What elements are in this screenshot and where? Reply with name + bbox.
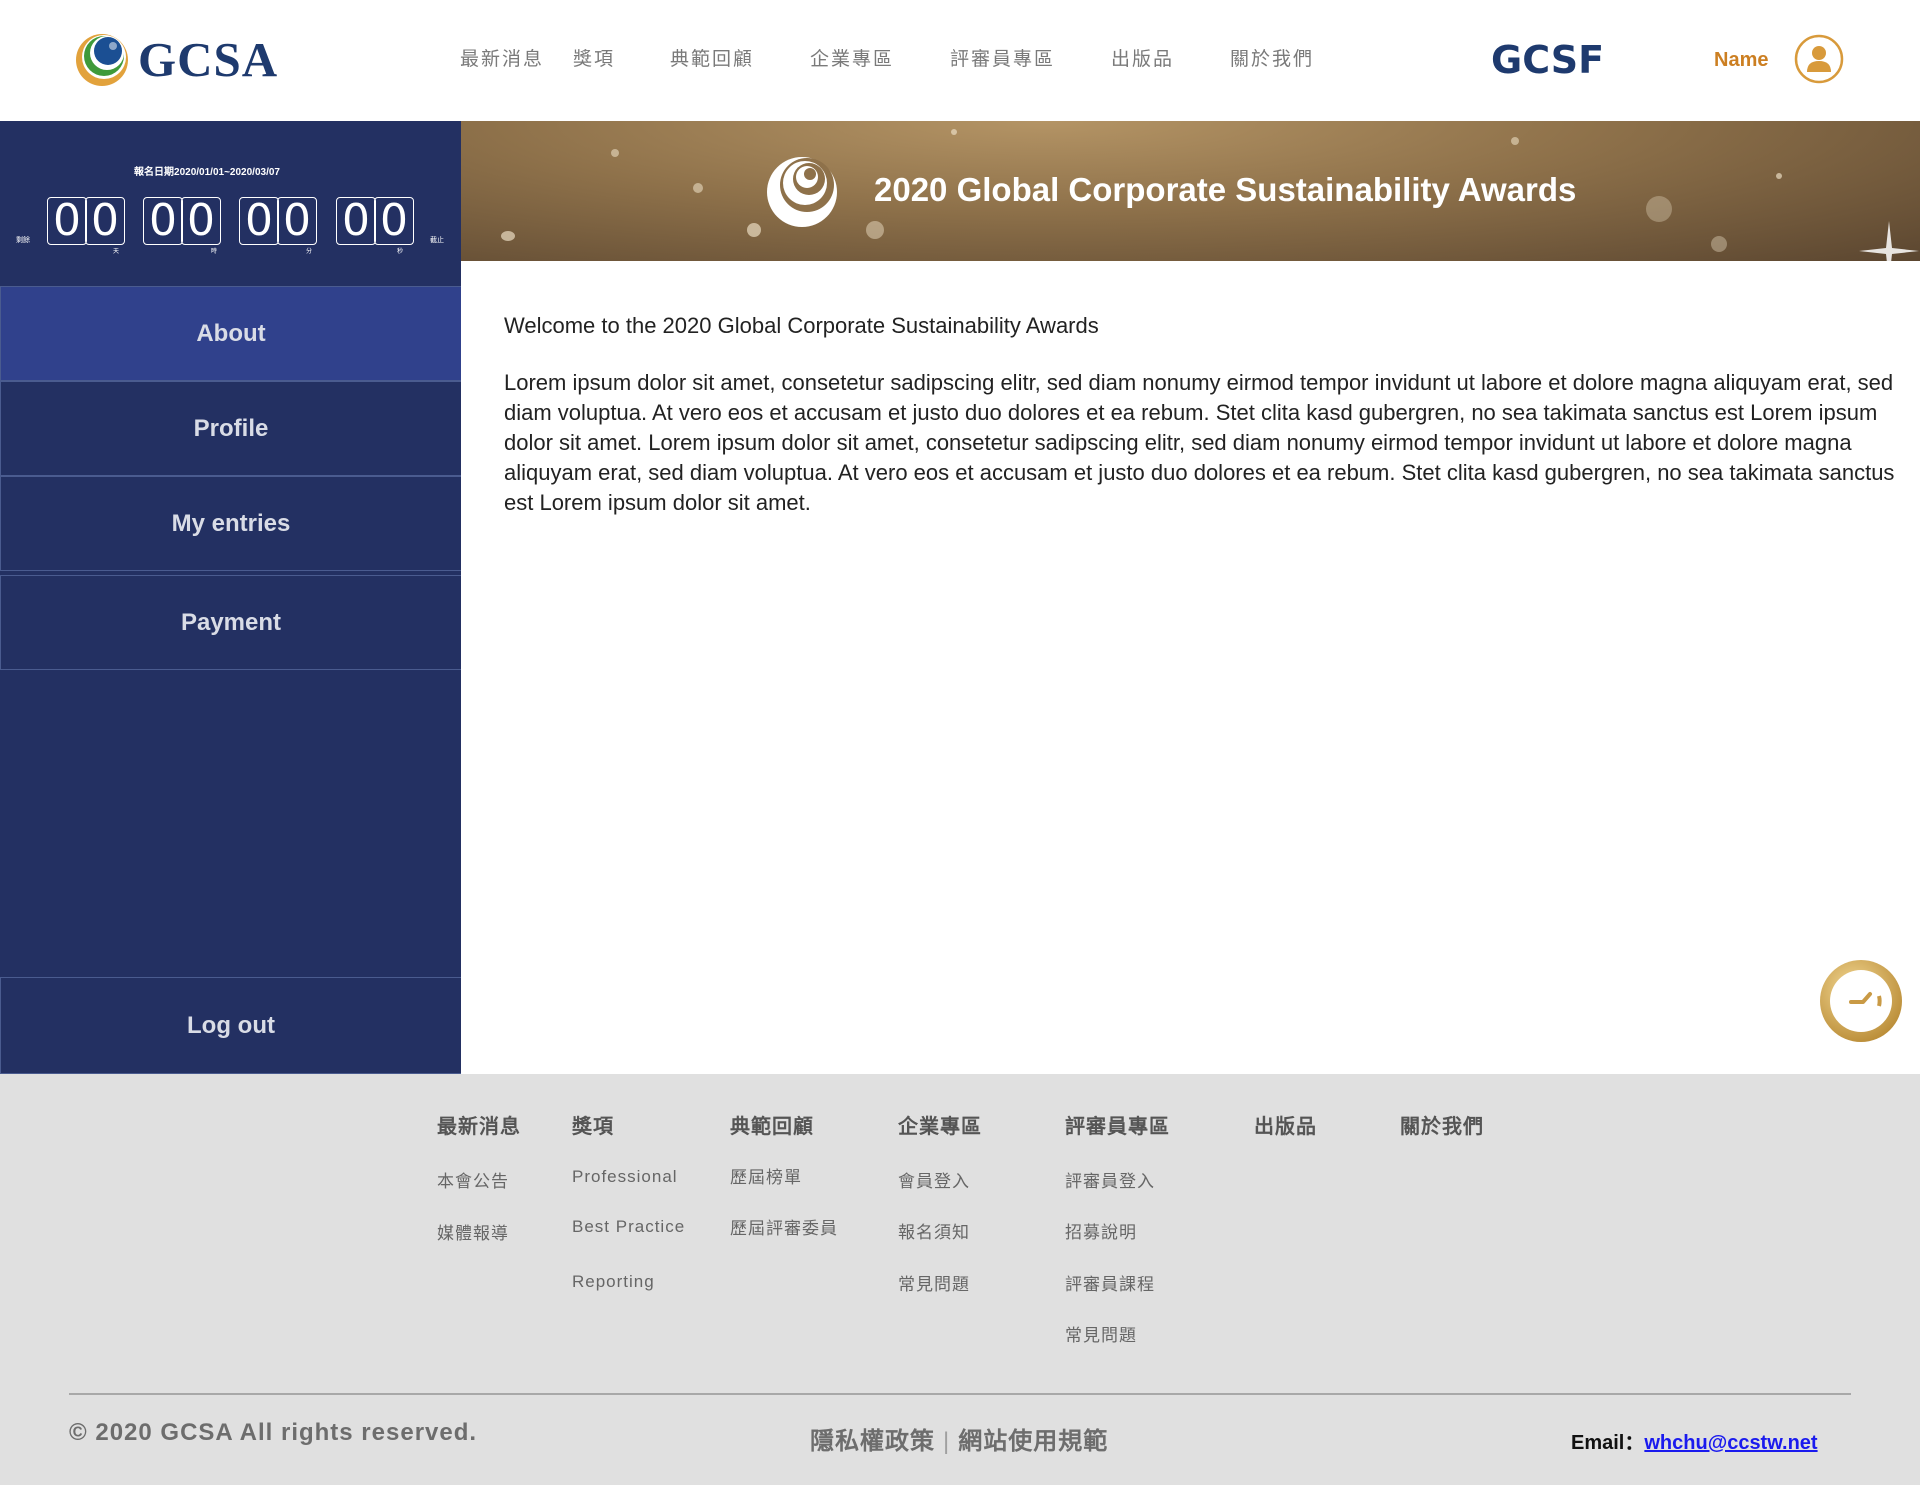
nav-about-us[interactable]: 關於我們: [1230, 44, 1314, 71]
footer-heading-reviewer[interactable]: 評審員專區: [1065, 1110, 1170, 1139]
sidebar: 報名日期2020/01/01~2020/03/07 剩餘 0 0 天 0 0 時…: [0, 121, 461, 1074]
gcsa-logo[interactable]: GCSA: [74, 30, 278, 88]
footer-link-media[interactable]: 媒體報導: [437, 1219, 509, 1244]
sidebar-item-about[interactable]: About: [0, 286, 461, 381]
countdown-minutes-digit: 0: [245, 195, 273, 246]
copyright-text: © 2020 GCSA All rights reserved.: [69, 1419, 478, 1446]
footer-column-corporate: 企業專區 會員登入 報名須知 常見問題: [898, 1110, 982, 1294]
footer-link-member-login[interactable]: 會員登入: [898, 1167, 970, 1192]
banner-sparkle: [1511, 137, 1519, 145]
welcome-heading: Welcome to the 2020 Global Corporate Sus…: [504, 313, 1099, 338]
nav-reviewer[interactable]: 評審員專區: [950, 44, 1111, 71]
site-header: GCSA 最新消息 獎項 典範回顧 企業專區 評審員專區 出版品 關於我們 GC…: [0, 0, 1920, 121]
footer-column-reviewer: 評審員專區 評審員登入 招募說明 評審員課程 常見問題: [1065, 1110, 1170, 1345]
banner-sparkle: [611, 149, 619, 157]
floating-clock-icon[interactable]: [1818, 958, 1904, 1044]
countdown-days-digit: 0: [53, 195, 81, 246]
main-content: Welcome to the 2020 Global Corporate Sus…: [504, 308, 1904, 518]
footer-column-awards: 獎項 Professional Best Practice Reporting: [572, 1110, 684, 1291]
footer-link-reviewer-course[interactable]: 評審員課程: [1065, 1270, 1155, 1295]
banner-sparkle: [1776, 173, 1782, 179]
awards-banner: 2020 Global Corporate Sustainability Awa…: [461, 121, 1920, 261]
footer-heading-about[interactable]: 關於我們: [1400, 1110, 1484, 1139]
registration-date-range: 報名日期2020/01/01~2020/03/07: [134, 167, 280, 178]
footer-heading-awards[interactable]: 獎項: [572, 1110, 614, 1139]
banner-sparkle: [747, 223, 761, 237]
countdown-minutes-digit: 0: [283, 195, 311, 246]
policy-links: 隱私權政策 | 網站使用規範: [810, 1421, 1108, 1456]
footer-link-corporate-faq[interactable]: 常見問題: [898, 1270, 970, 1295]
countdown-seconds-digit: 0: [342, 195, 370, 246]
footer-link-reporting[interactable]: Reporting: [572, 1272, 655, 1292]
footer-column-about: 關於我們: [1400, 1110, 1484, 1139]
about-paragraph: Lorem ipsum dolor sit amet, consetetur s…: [504, 370, 1895, 515]
footer-column-publications: 出版品: [1254, 1110, 1317, 1139]
nav-showcase[interactable]: 典範回顧: [670, 44, 810, 71]
logout-button[interactable]: Log out: [0, 977, 461, 1074]
banner-sparkle: [866, 221, 884, 239]
countdown-remaining-label: 剩餘: [16, 237, 30, 244]
policy-separator: |: [943, 1428, 951, 1455]
sidebar-item-profile[interactable]: Profile: [0, 381, 461, 476]
banner-title: 2020 Global Corporate Sustainability Awa…: [874, 171, 1577, 208]
nav-awards[interactable]: 獎項: [573, 44, 670, 71]
footer-link-professional[interactable]: Professional: [572, 1167, 678, 1187]
footer-heading-publications[interactable]: 出版品: [1254, 1110, 1317, 1139]
countdown-deadline-label: 截止: [430, 237, 444, 244]
footer-column-news: 最新消息 本會公告 媒體報導: [437, 1110, 521, 1243]
gcsa-logo-text: GCSA: [138, 31, 279, 87]
nav-publications[interactable]: 出版品: [1111, 44, 1230, 71]
top-navigation: 最新消息 獎項 典範回顧 企業專區 評審員專區 出版品 關於我們: [460, 44, 1314, 71]
countdown-unit-days: 天: [113, 249, 120, 255]
countdown-seconds-digit: 0: [380, 195, 408, 246]
footer-column-showcase: 典範回顧 歷屆榜單 歷屆評審委員: [730, 1110, 837, 1238]
contact-email: Email：whchu@ccstw.net: [1571, 1426, 1818, 1455]
sidebar-item-my-entries[interactable]: My entries: [0, 476, 461, 571]
banner-sparkle: [501, 231, 515, 241]
footer-link-reviewer-faq[interactable]: 常見問題: [1065, 1321, 1137, 1346]
registration-countdown: 報名日期2020/01/01~2020/03/07 剩餘 0 0 天 0 0 時…: [0, 121, 461, 286]
banner-sparkle: [693, 183, 703, 193]
privacy-policy-link[interactable]: 隱私權政策: [810, 1428, 935, 1455]
user-name-link[interactable]: Name: [1714, 49, 1768, 72]
footer-link-best-practice[interactable]: Best Practice: [572, 1217, 685, 1237]
email-link[interactable]: whchu@ccstw.net: [1644, 1432, 1817, 1454]
sidebar-item-payment[interactable]: Payment: [0, 575, 461, 670]
footer-heading-showcase[interactable]: 典範回顧: [730, 1110, 814, 1139]
footer-heading-news[interactable]: 最新消息: [437, 1110, 521, 1139]
gcsa-white-swirl-icon: [767, 157, 837, 227]
countdown-unit-seconds: 秒: [397, 249, 404, 255]
countdown-hours-digit: 0: [187, 195, 215, 246]
countdown-unit-hours: 時: [211, 249, 218, 255]
nav-corporate[interactable]: 企業專區: [810, 44, 950, 71]
email-label: Email：: [1571, 1432, 1645, 1454]
countdown-hours-digit: 0: [149, 195, 177, 246]
footer-link-past-judges[interactable]: 歷屆評審委員: [730, 1214, 838, 1239]
footer-divider: [69, 1393, 1851, 1395]
terms-of-use-link[interactable]: 網站使用規範: [958, 1428, 1108, 1455]
gcsa-globe-logo-icon: [76, 34, 128, 86]
footer-link-reviewer-login[interactable]: 評審員登入: [1065, 1167, 1155, 1192]
footer-link-past-winners[interactable]: 歷屆榜單: [730, 1163, 802, 1188]
gcsf-logo[interactable]: GCSF: [1491, 38, 1604, 82]
countdown-unit-minutes: 分: [306, 249, 313, 255]
banner-sparkle: [1646, 196, 1672, 222]
banner-sparkle: [1711, 236, 1727, 252]
footer-heading-corporate[interactable]: 企業專區: [898, 1110, 982, 1139]
user-avatar-icon[interactable]: [1794, 34, 1844, 84]
banner-sparkle: [951, 129, 957, 135]
footer-link-registration-guide[interactable]: 報名須知: [898, 1218, 970, 1243]
site-footer: 最新消息 本會公告 媒體報導 獎項 Professional Best Prac…: [0, 1074, 1920, 1485]
footer-link-announcements[interactable]: 本會公告: [437, 1167, 509, 1192]
countdown-days-digit: 0: [91, 195, 119, 246]
banner-starburst-icon: [1859, 221, 1919, 261]
footer-link-recruitment[interactable]: 招募說明: [1065, 1218, 1137, 1243]
nav-news[interactable]: 最新消息: [460, 44, 573, 71]
